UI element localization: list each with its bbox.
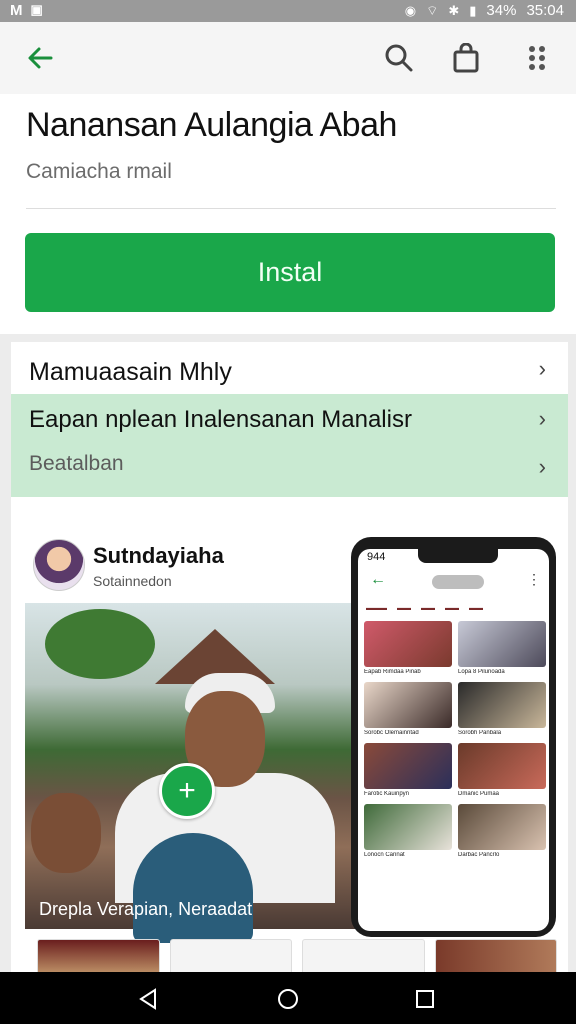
phone-tile: Darbac Pancrlo — [458, 804, 546, 861]
phone-tile: Sorobh Panbala — [458, 682, 546, 739]
chevron-right-icon: › — [538, 356, 546, 381]
person-face-shape — [31, 793, 101, 873]
phone-tab: ▬▬ — [445, 605, 459, 612]
tile-thumbnail — [364, 621, 452, 667]
info-row-description[interactable]: Eapan nplean Inalensanan Manalisr › — [11, 394, 568, 444]
palm-tree-shape — [45, 609, 155, 679]
chevron-right-icon: › — [538, 406, 546, 431]
status-bar: M ▣ ◉ ⌔ ✱ ▮ 34% 35:04 — [0, 0, 576, 22]
tile-caption: Eapab Rimdaa Pinab — [364, 669, 421, 675]
tile-thumbnail — [364, 682, 452, 728]
screenshot-thumbnail[interactable] — [37, 939, 160, 972]
nav-home-button[interactable] — [273, 984, 303, 1014]
triangle-back-icon — [139, 988, 156, 1010]
info-row-details[interactable]: Beatalban › — [11, 444, 568, 494]
back-button[interactable] — [18, 36, 62, 80]
developer-subtitle: Sotainnedon — [93, 573, 172, 589]
info-row-label: Beatalban — [29, 452, 124, 475]
tile-caption: Lonocn Cannat — [364, 852, 405, 858]
app-toolbar — [0, 22, 576, 94]
clock: 35:04 — [526, 2, 564, 19]
phone-tile: Dmanic Pumaa — [458, 743, 546, 800]
more-vert-icon — [529, 46, 545, 70]
search-button[interactable] — [377, 36, 421, 80]
screenshot-thumbnail[interactable] — [169, 939, 292, 972]
app-header-panel: Nanansan Aulangia Abah Camiacha rmail In… — [0, 94, 576, 334]
add-button[interactable]: + — [159, 763, 215, 819]
phone-mockup[interactable]: 944 ← ⋮ ▬▬▬ ▬▬ ▬▬ ▬▬ ▬▬ Eapab Rimdaa Pin… — [351, 537, 556, 937]
app-info-card: Mamuaasain Mhly › Eapan nplean Inalensan… — [11, 342, 568, 497]
nav-back-button[interactable] — [133, 984, 163, 1014]
circle-home-icon — [278, 989, 298, 1009]
plus-icon: + — [178, 774, 196, 807]
phone-clock: 944 — [367, 551, 386, 563]
square-recents-icon — [416, 990, 434, 1008]
phone-tab: ▬▬ — [421, 605, 435, 612]
photo-caption: Drepla Verapian, Neraadat — [39, 899, 253, 919]
thumbnail-strip — [37, 939, 557, 972]
back-arrow-icon: ← — [370, 571, 386, 588]
phone-tile: Lonocn Cannat — [364, 804, 452, 861]
phone-tabs: ▬▬▬ ▬▬ ▬▬ ▬▬ ▬▬ — [366, 605, 546, 612]
info-row-label: Eapan nplean Inalensanan Manalisr — [29, 406, 412, 433]
phone-tile: Farotic Kauinpyn — [364, 743, 452, 800]
app-developer[interactable]: Camiacha rmail — [26, 160, 172, 184]
more-vert-icon: ⋮ — [527, 571, 541, 587]
phone-tile: Sorobc Olemainntad — [364, 682, 452, 739]
signal-icon: ▮ — [469, 2, 477, 18]
person-hijab-shape — [133, 833, 253, 943]
status-mail-icon: M — [10, 2, 23, 19]
divider — [26, 208, 556, 209]
bluetooth-icon: ✱ — [448, 2, 460, 18]
phone-screen: 944 ← ⋮ ▬▬▬ ▬▬ ▬▬ ▬▬ ▬▬ Eapab Rimdaa Pin… — [358, 549, 549, 931]
tile-caption: Lopa 8 Pilunoada — [458, 669, 505, 675]
more-options-button[interactable] — [515, 36, 559, 80]
developer-avatar — [33, 539, 85, 591]
info-row-about[interactable]: Mamuaasain Mhly › — [11, 342, 568, 394]
phone-tab: ▬▬ — [397, 605, 411, 612]
store-bag-icon — [453, 43, 479, 73]
tile-thumbnail — [364, 804, 452, 850]
tile-caption: Dmanic Pumaa — [458, 791, 500, 797]
phone-video-grid: Eapab Rimdaa Pinab Lopa 8 Pilunoada Soro… — [364, 621, 546, 861]
battery-level: 34% — [486, 2, 517, 19]
tile-thumbnail — [458, 621, 546, 667]
developer-name: Sutndayiaha — [93, 543, 224, 568]
tile-caption: Farotic Kauinpyn — [364, 791, 410, 797]
system-navigation-bar — [0, 972, 576, 1024]
gallery-icon: ▣ — [30, 2, 43, 17]
phone-tab: ▬▬▬ — [366, 605, 387, 612]
info-row-label: Mamuaasain Mhly — [29, 358, 232, 386]
tile-caption: Darbac Pancrlo — [458, 852, 500, 858]
phone-tile: Eapab Rimdaa Pinab — [364, 621, 452, 678]
chevron-right-icon: › — [538, 454, 546, 479]
wifi-icon: ⌔ — [426, 2, 439, 18]
tile-thumbnail — [364, 743, 452, 789]
tile-caption: Sorobh Panbala — [458, 730, 502, 736]
tile-caption: Sorobc Olemainntad — [364, 730, 419, 736]
nav-recents-button[interactable] — [410, 984, 440, 1014]
phone-search-bar — [432, 575, 484, 589]
store-button[interactable] — [444, 36, 488, 80]
alarm-icon: ◉ — [404, 2, 417, 18]
tile-thumbnail — [458, 743, 546, 789]
screenshot-gallery-card: Sutndayiaha Sotainnedon Drepla Verapian,… — [11, 497, 568, 972]
tile-thumbnail — [458, 804, 546, 850]
search-icon — [385, 44, 413, 72]
tile-thumbnail — [458, 682, 546, 728]
phone-tab: ▬▬ — [469, 605, 483, 612]
back-arrow-icon — [28, 47, 53, 69]
install-button[interactable]: Instal — [25, 233, 555, 312]
phone-notch — [418, 549, 498, 563]
phone-tile: Lopa 8 Pilunoada — [458, 621, 546, 678]
screenshot-thumbnail[interactable] — [434, 939, 557, 972]
screenshot-thumbnail[interactable] — [302, 939, 425, 972]
app-title: Nanansan Aulangia Abah — [26, 106, 397, 144]
